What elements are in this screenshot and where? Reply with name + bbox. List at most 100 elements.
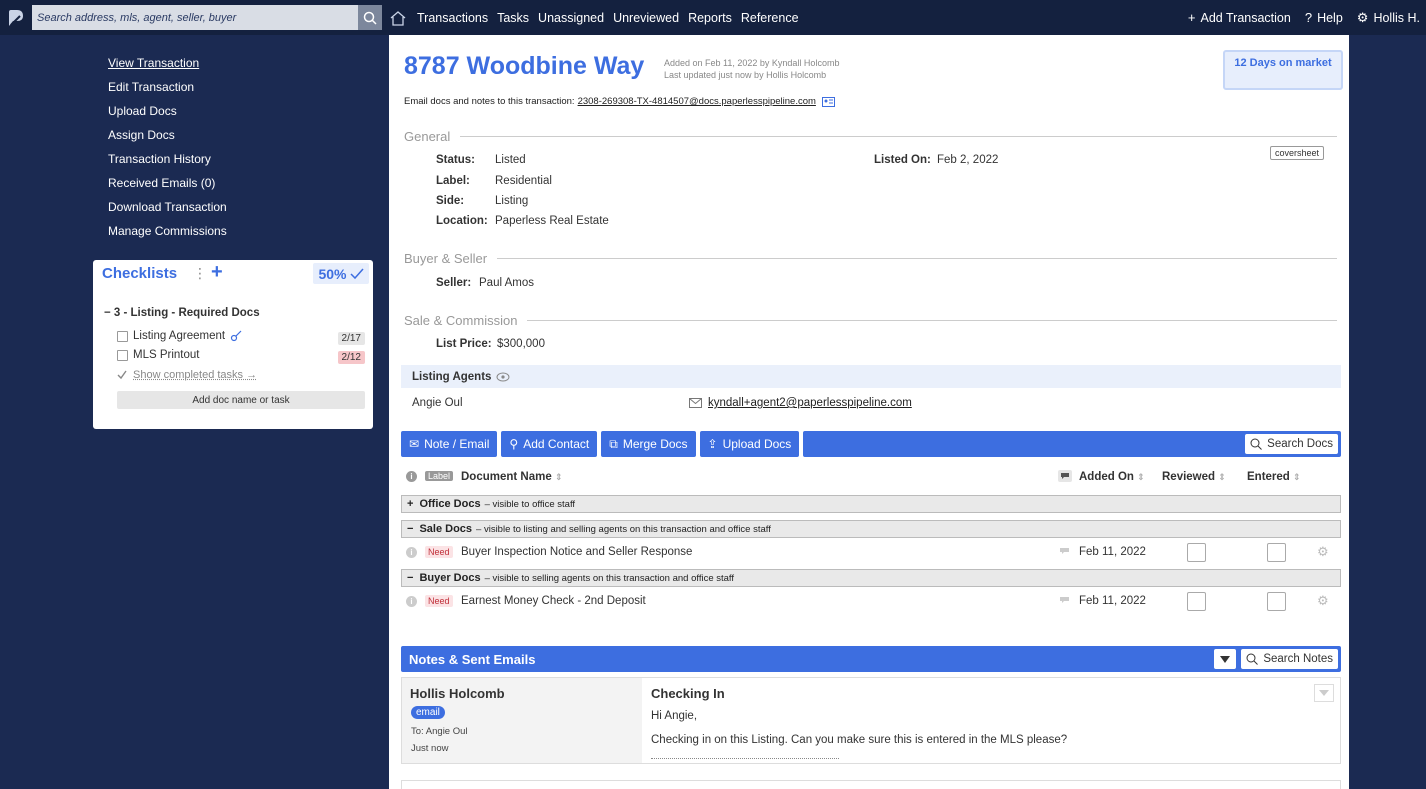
- sidebar-assign-docs[interactable]: Assign Docs: [108, 125, 227, 149]
- add-transaction-button[interactable]: + Add Transaction: [1188, 10, 1291, 25]
- sidebar-transaction-history[interactable]: Transaction History: [108, 149, 227, 173]
- note-entry[interactable]: Hollis Holcomb email To: Angie Oul Just …: [401, 677, 1341, 764]
- nav-transactions[interactable]: Transactions: [417, 11, 488, 25]
- document-name[interactable]: Earnest Money Check - 2nd Deposit: [461, 595, 646, 607]
- sidebar-upload-docs[interactable]: Upload Docs: [108, 101, 227, 125]
- collapse-icon: −: [407, 523, 413, 535]
- eye-icon[interactable]: [496, 372, 510, 382]
- check-icon: [350, 268, 364, 280]
- sidebar-nav: View Transaction Edit Transaction Upload…: [108, 53, 227, 245]
- info-icon[interactable]: i: [406, 596, 417, 607]
- checklist-checkbox[interactable]: [117, 350, 128, 361]
- col-added-on[interactable]: Added On ⇕: [1079, 471, 1145, 483]
- app-logo-icon[interactable]: [0, 0, 32, 35]
- nav-unassigned[interactable]: Unassigned: [538, 11, 604, 25]
- merge-docs-button[interactable]: ⧉ Merge Docs: [601, 431, 695, 457]
- sidebar-edit-transaction[interactable]: Edit Transaction: [108, 77, 227, 101]
- merge-icon: ⧉: [609, 437, 618, 452]
- nav-tasks[interactable]: Tasks: [497, 11, 529, 25]
- comment-icon[interactable]: [1059, 546, 1070, 558]
- transaction-email-link[interactable]: 2308-269308-TX-4814507@docs.paperlesspip…: [578, 96, 816, 107]
- coversheet-button[interactable]: coversheet: [1270, 146, 1324, 160]
- col-added-label: Added On: [1079, 471, 1134, 483]
- add-doc-or-task-input[interactable]: Add doc name or task: [117, 391, 365, 409]
- envelope-icon: ✉: [409, 437, 419, 451]
- checklist-checkbox[interactable]: [117, 331, 128, 342]
- sidebar-view-transaction[interactable]: View Transaction: [108, 53, 227, 77]
- agent-email-link[interactable]: kyndall+agent2@paperlesspipeline.com: [708, 397, 912, 409]
- search-input[interactable]: [32, 5, 358, 30]
- col-entered[interactable]: Entered ⇕: [1247, 471, 1301, 483]
- merge-docs-label: Merge Docs: [623, 437, 688, 451]
- reviewed-checkbox[interactable]: [1187, 592, 1206, 611]
- entered-checkbox[interactable]: [1267, 543, 1286, 562]
- document-row[interactable]: i Need Buyer Inspection Notice and Selle…: [401, 542, 1341, 564]
- entered-checkbox[interactable]: [1267, 592, 1286, 611]
- add-transaction-label: Add Transaction: [1201, 11, 1291, 25]
- show-completed-tasks-link[interactable]: Show completed tasks →: [117, 369, 257, 381]
- list-price-value: $300,000: [497, 338, 545, 350]
- docs-toolbar: ✉ Note / Email ⚲ Add Contact ⧉ Merge Docs ⇪…: [401, 431, 1341, 457]
- col-reviewed[interactable]: Reviewed ⇕: [1162, 471, 1226, 483]
- search-icon: [1250, 438, 1262, 450]
- list-price-field: List Price: $300,000: [436, 338, 545, 350]
- comment-icon[interactable]: [1059, 595, 1070, 607]
- contact-card-icon[interactable]: [822, 97, 835, 107]
- note-expand-button[interactable]: [1314, 684, 1334, 702]
- help-button[interactable]: ? Help: [1305, 10, 1343, 25]
- sidebar-manage-commissions[interactable]: Manage Commissions: [108, 221, 227, 245]
- listing-agents-heading: Listing Agents: [401, 365, 1341, 388]
- checklist-item: MLS Printout: [117, 349, 199, 361]
- col-document-name[interactable]: Document Name ⇕: [461, 471, 563, 483]
- doc-group-office[interactable]: + Office Docs – visible to office staff: [401, 495, 1341, 513]
- nav-reports[interactable]: Reports: [688, 11, 732, 25]
- notes-filter-dropdown[interactable]: [1214, 649, 1236, 669]
- add-checklist-icon[interactable]: +: [211, 261, 223, 284]
- listing-agents-label: Listing Agents: [412, 371, 491, 383]
- nav-reference[interactable]: Reference: [741, 11, 799, 25]
- doc-group-buyer[interactable]: − Buyer Docs – visible to selling agents…: [401, 569, 1341, 587]
- reviewed-checkbox[interactable]: [1187, 543, 1206, 562]
- checklist-item-label: Listing Agreement: [133, 330, 225, 342]
- label-column-tag[interactable]: Label: [425, 471, 453, 481]
- more-icon[interactable]: ⋮: [193, 265, 207, 282]
- status-value: Listed: [495, 154, 526, 166]
- seller-field: Seller: Paul Amos: [436, 277, 534, 289]
- gear-icon[interactable]: ⚙: [1317, 544, 1329, 560]
- note-truncation: [651, 753, 839, 759]
- added-on-text: Added on Feb 11, 2022 by Kyndall Holcomb: [664, 57, 839, 69]
- checklist-progress: 50%: [313, 263, 369, 284]
- upload-docs-button[interactable]: ⇪ Upload Docs: [700, 431, 800, 457]
- search-icon[interactable]: [358, 5, 382, 30]
- expand-icon: +: [407, 498, 413, 510]
- home-icon[interactable]: [389, 10, 407, 26]
- search-docs-button[interactable]: Search Docs: [1245, 434, 1338, 454]
- checklist-item-label: MLS Printout: [133, 349, 199, 361]
- document-name[interactable]: Buyer Inspection Notice and Seller Respo…: [461, 546, 692, 558]
- user-menu[interactable]: ⚙ Hollis H.: [1357, 10, 1420, 26]
- nav-unreviewed[interactable]: Unreviewed: [613, 11, 679, 25]
- checklist-count-badge: 2/12: [338, 351, 365, 364]
- link-icon[interactable]: [230, 330, 242, 342]
- sidebar-download-transaction[interactable]: Download Transaction: [108, 197, 227, 221]
- info-icon[interactable]: i: [406, 547, 417, 558]
- gear-icon[interactable]: ⚙: [1317, 593, 1329, 609]
- sidebar-received-emails[interactable]: Received Emails (0): [108, 173, 227, 197]
- doc-group-sale[interactable]: − Sale Docs – visible to listing and sel…: [401, 520, 1341, 538]
- help-label: Help: [1317, 11, 1343, 25]
- add-contact-button[interactable]: ⚲ Add Contact: [501, 431, 597, 457]
- search-notes-button[interactable]: Search Notes: [1241, 649, 1338, 669]
- document-row[interactable]: i Need Earnest Money Check - 2nd Deposit…: [401, 591, 1341, 613]
- docs-table-header: i Label Document Name ⇕ Added On ⇕ Revie…: [401, 467, 1341, 489]
- checklist-percent: 50%: [318, 266, 346, 282]
- checklist-count-badge: 2/17: [338, 332, 365, 345]
- note-email-button[interactable]: ✉ Note / Email: [401, 431, 497, 457]
- location-label: Location:: [436, 215, 495, 227]
- upload-icon: ⇪: [708, 437, 718, 451]
- checklist-group[interactable]: − 3 - Listing - Required Docs: [104, 307, 260, 319]
- sale-commission-section-heading: Sale & Commission: [404, 313, 1337, 328]
- gear-icon: ⚙: [1357, 10, 1369, 26]
- sale-commission-heading: Sale & Commission: [404, 313, 517, 328]
- sort-icon: ⇕: [1218, 472, 1226, 482]
- comment-icon[interactable]: [1058, 470, 1072, 485]
